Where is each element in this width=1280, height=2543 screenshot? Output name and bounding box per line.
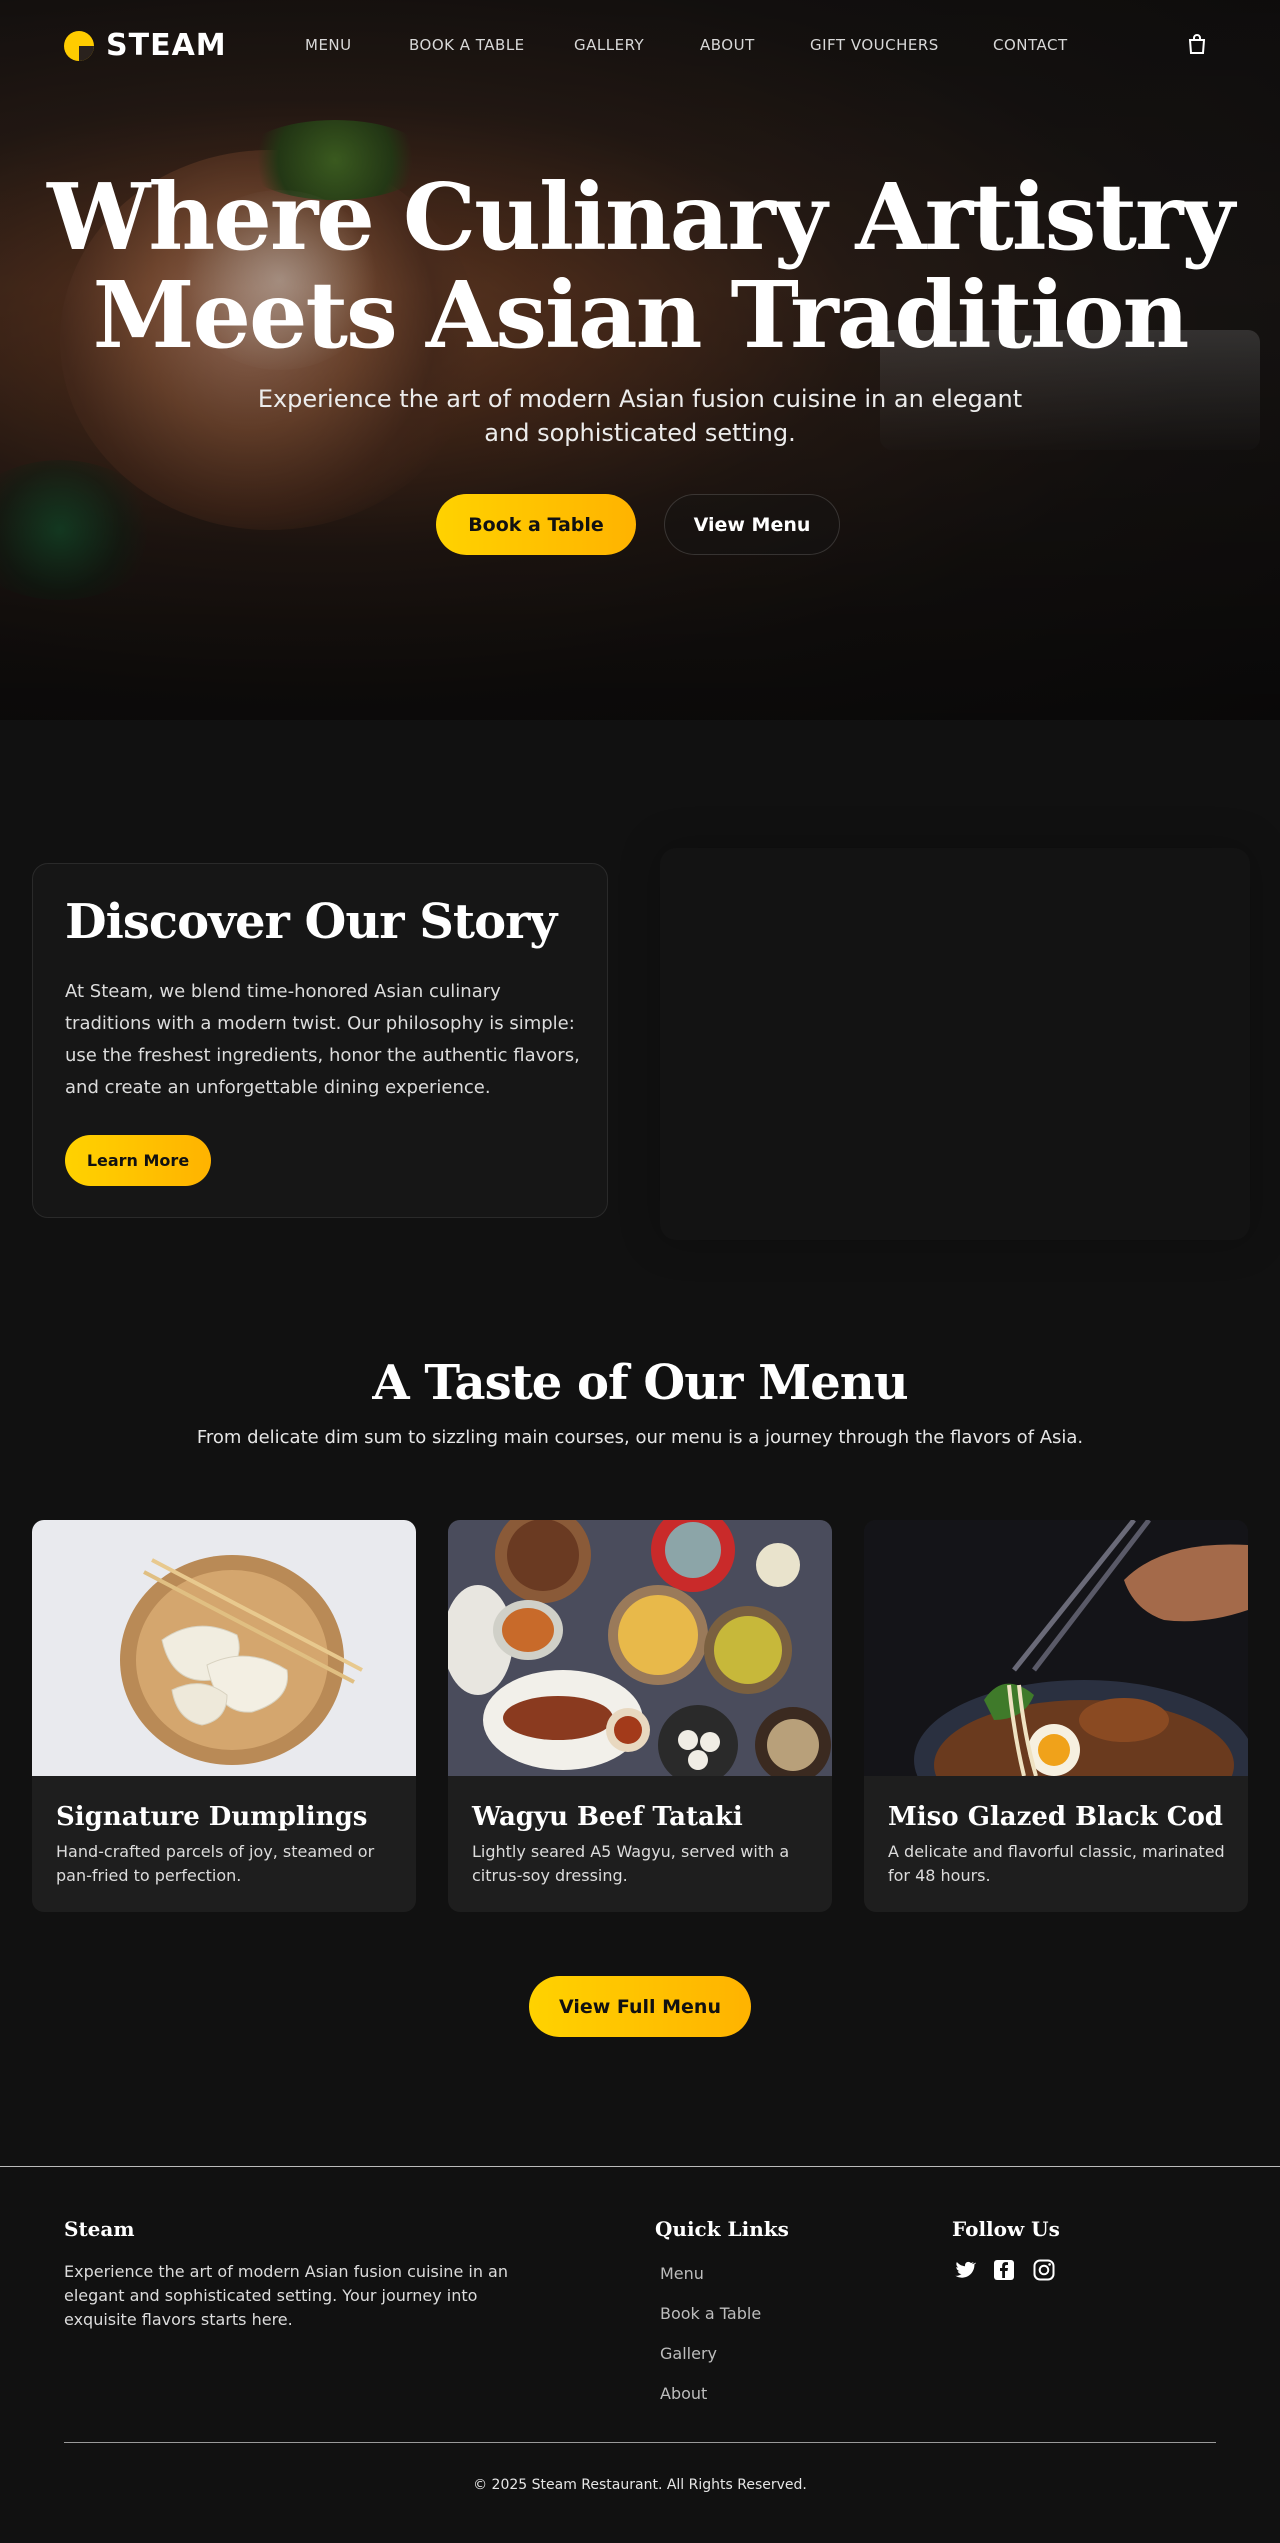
menu-card-dumplings[interactable]: Signature Dumplings Hand-crafted parcels… <box>32 1520 416 1912</box>
hero-subtitle: Experience the art of modern Asian fusio… <box>257 385 1023 447</box>
menu-section-title: A Taste of Our Menu <box>372 1355 908 1411</box>
footer-bottom-divider <box>64 2442 1216 2443</box>
story-image-placeholder <box>660 848 1250 1240</box>
copyright-text: © 2025 Steam Restaurant. All Rights Rese… <box>473 2477 807 2493</box>
footer-link-book-a-table[interactable]: Book a Table <box>660 2304 761 2323</box>
logo[interactable]: STEAM <box>64 28 227 63</box>
footer-brand: Steam <box>64 2217 135 2241</box>
story-text: At Steam, we blend time-honored Asian cu… <box>65 981 580 1098</box>
nav-link-menu[interactable]: MENU <box>305 36 352 54</box>
logo-text: STEAM <box>106 28 227 63</box>
hero-title: Where Culinary Artistry Meets Asian Trad… <box>0 168 1280 364</box>
menu-card-description: A delicate and flavorful classic, marina… <box>888 1842 1225 1885</box>
twitter-icon[interactable] <box>952 2258 976 2282</box>
story-title: Discover Our Story <box>65 894 557 950</box>
menu-card-wagyu[interactable]: Wagyu Beef Tataki Lightly seared A5 Wagy… <box>448 1520 832 1912</box>
quick-links-title: Quick Links <box>655 2217 789 2241</box>
menu-card-description: Hand-crafted parcels of joy, steamed or … <box>56 1842 375 1885</box>
follow-us-title: Follow Us <box>952 2217 1060 2241</box>
menu-section-subtitle: From delicate dim sum to sizzling main c… <box>196 1427 1084 1448</box>
story-card: Discover Our Story At Steam, we blend ti… <box>32 863 608 1218</box>
footer-divider <box>0 2166 1280 2167</box>
black-cod-image <box>864 1520 1248 1776</box>
top-navigation: STEAM MENU BOOK A TABLE GALLERY ABOUT GI… <box>0 0 1280 90</box>
hero-title-line-2: Meets Asian Tradition <box>92 261 1190 369</box>
nav-link-gallery[interactable]: GALLERY <box>574 36 644 54</box>
footer-link-gallery[interactable]: Gallery <box>660 2344 717 2363</box>
learn-more-button[interactable]: Learn More <box>65 1135 211 1186</box>
footer-description: Experience the art of modern Asian fusio… <box>64 2262 508 2329</box>
nav-link-book-a-table[interactable]: BOOK A TABLE <box>409 36 525 54</box>
wagyu-image <box>448 1520 832 1776</box>
facebook-icon[interactable] <box>992 2258 1016 2282</box>
footer-link-about[interactable]: About <box>660 2384 707 2403</box>
menu-card-title: Miso Glazed Black Cod <box>888 1802 1223 1832</box>
hero-title-line-1: Where Culinary Artistry <box>47 163 1235 271</box>
book-table-button[interactable]: Book a Table <box>436 494 636 555</box>
nav-link-about[interactable]: ABOUT <box>700 36 755 54</box>
nav-link-contact[interactable]: CONTACT <box>993 36 1068 54</box>
dumplings-image <box>32 1520 416 1776</box>
logo-mark-icon <box>64 30 94 61</box>
shopping-bag-icon[interactable] <box>1188 34 1206 54</box>
menu-card-title: Wagyu Beef Tataki <box>472 1802 743 1832</box>
instagram-icon[interactable] <box>1032 2258 1056 2282</box>
view-menu-button[interactable]: View Menu <box>664 494 840 555</box>
footer-link-menu[interactable]: Menu <box>660 2264 704 2283</box>
menu-card-description: Lightly seared A5 Wagyu, served with a c… <box>472 1842 790 1885</box>
nav-link-gift-vouchers[interactable]: GIFT VOUCHERS <box>810 36 939 54</box>
menu-card-title: Signature Dumplings <box>56 1802 368 1832</box>
view-full-menu-button[interactable]: View Full Menu <box>529 1976 751 2037</box>
menu-card-black-cod[interactable]: Miso Glazed Black Cod A delicate and fla… <box>864 1520 1248 1912</box>
